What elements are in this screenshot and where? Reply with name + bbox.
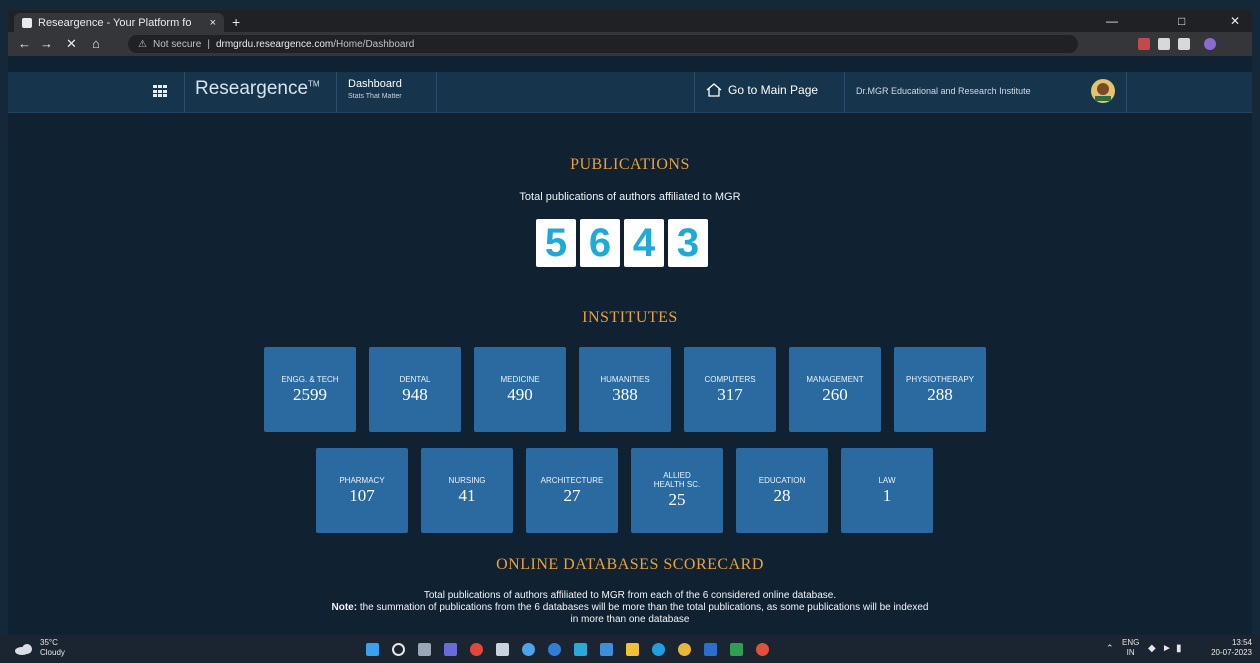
clock[interactable]: 13:54 20-07-2023 <box>1188 638 1252 658</box>
institute-card-architecture[interactable]: ARCHITECTURE 27 <box>526 448 618 533</box>
institute-card-dental[interactable]: DENTAL 948 <box>369 347 461 432</box>
stop-icon[interactable]: ✕ <box>66 36 77 52</box>
divider <box>694 72 695 112</box>
institute-card-medicine[interactable]: MEDICINE 490 <box>474 347 566 432</box>
publications-subtitle: Total publications of authors affiliated… <box>519 191 741 203</box>
counter-digit: 5 <box>536 219 576 267</box>
institute-logo-icon <box>1091 79 1115 103</box>
institute-card-nursing[interactable]: NURSING 41 <box>421 448 513 533</box>
language-indicator[interactable]: ENG IN <box>1122 638 1139 658</box>
profile-icon[interactable] <box>1204 38 1216 50</box>
counter-digit: 4 <box>624 219 664 267</box>
chat-icon[interactable] <box>444 643 457 656</box>
close-window-icon[interactable]: ✕ <box>1230 14 1240 28</box>
page-subtitle: Stats That Matter <box>348 93 402 100</box>
counter-digit: 3 <box>668 219 708 267</box>
divider <box>1126 72 1127 112</box>
institute-card-education[interactable]: EDUCATION 28 <box>736 448 828 533</box>
divider <box>184 72 185 112</box>
institute-card-physiotherapy[interactable]: PHYSIOTHERAPY 288 <box>894 347 986 432</box>
page-title: Dashboard <box>348 78 402 90</box>
mail-icon[interactable] <box>600 643 613 656</box>
os-taskbar: 35°C Cloudy ⌃ ENG IN ◆ ► ▮ 13:54 20-07-2… <box>0 635 1260 663</box>
favicon-icon <box>22 17 32 28</box>
wifi-icon[interactable]: ◆ <box>1148 643 1156 654</box>
address-bar: ← → ✕ ⌂ ⚠ Not secure | drmgrdu.researgen… <box>8 32 1252 56</box>
new-tab-button[interactable]: + <box>232 14 240 30</box>
extension-icon[interactable] <box>1138 38 1150 50</box>
home-icon[interactable]: ⌂ <box>92 36 100 51</box>
brand-logo[interactable]: ReseargenceTM <box>195 78 320 100</box>
institute-card-computers[interactable]: COMPUTERS 317 <box>684 347 776 432</box>
volume-icon[interactable]: ► <box>1162 643 1172 654</box>
folder-icon[interactable] <box>626 643 639 656</box>
battery-icon[interactable]: ▮ <box>1176 643 1182 654</box>
scorecard-title: ONLINE DATABASES SCORECARD <box>496 556 764 573</box>
go-to-main-page-button[interactable]: Go to Main Page <box>706 83 818 97</box>
scorecard-note: Note: the summation of publications from… <box>331 602 929 613</box>
app-icon[interactable] <box>756 643 769 656</box>
chevron-up-icon[interactable]: ⌃ <box>1106 643 1114 654</box>
institute-card-engg-tech[interactable]: ENGG. & TECH 2599 <box>264 347 356 432</box>
institute-name: Dr.MGR Educational and Research Institut… <box>856 86 1031 96</box>
store-icon[interactable] <box>574 643 587 656</box>
forward-icon[interactable]: → <box>40 36 53 51</box>
apps-grid-icon[interactable] <box>153 85 167 97</box>
institute-card-management[interactable]: MANAGEMENT 260 <box>789 347 881 432</box>
app-icon[interactable] <box>496 643 509 656</box>
skype-icon[interactable] <box>652 643 665 656</box>
warning-icon: ⚠ <box>138 38 147 50</box>
word-icon[interactable] <box>704 643 717 656</box>
publications-counter: 5 6 4 3 <box>536 219 708 267</box>
chrome-icon[interactable] <box>678 643 691 656</box>
security-label: Not secure <box>152 38 202 50</box>
browser-tab[interactable]: Researgence - Your Platform fo × <box>14 13 224 32</box>
scorecard-note-continued: in more than one database <box>570 614 690 625</box>
institute-card-pharmacy[interactable]: PHARMACY 107 <box>316 448 408 533</box>
divider <box>436 72 437 112</box>
search-icon[interactable] <box>392 643 405 656</box>
star-icon[interactable] <box>1158 38 1170 50</box>
sidebar-icon[interactable] <box>1178 38 1190 50</box>
browser-tab-strip: Researgence - Your Platform fo × + — □ ✕ <box>8 10 1252 32</box>
divider <box>336 72 337 112</box>
counter-digit: 6 <box>580 219 620 267</box>
task-view-icon[interactable] <box>418 643 431 656</box>
windows-start-icon[interactable] <box>366 643 379 656</box>
cloud-icon <box>15 644 32 655</box>
publications-title: PUBLICATIONS <box>570 156 690 173</box>
minimize-icon[interactable]: — <box>1106 14 1118 28</box>
back-icon[interactable]: ← <box>18 36 31 51</box>
maximize-icon[interactable]: □ <box>1178 14 1185 28</box>
browser-icon[interactable] <box>522 643 535 656</box>
tab-close-icon[interactable]: × <box>210 17 216 29</box>
house-icon <box>706 83 722 97</box>
excel-icon[interactable] <box>730 643 743 656</box>
weather-widget[interactable]: 35°C Cloudy <box>40 638 65 658</box>
tab-title: Researgence - Your Platform fo <box>38 16 192 29</box>
divider <box>844 72 845 112</box>
opera-icon[interactable] <box>470 643 483 656</box>
institute-card-allied-health[interactable]: ALLIED HEALTH SC. 25 <box>631 448 723 533</box>
url-host: drmgrdu.researgence.com <box>215 38 334 50</box>
scorecard-description: Total publications of authors affiliated… <box>423 590 837 601</box>
url-input[interactable]: ⚠ Not secure | drmgrdu.researgence.com/H… <box>128 35 1078 53</box>
institute-card-humanities[interactable]: HUMANITIES 388 <box>579 347 671 432</box>
site-header: ReseargenceTM Dashboard Stats That Matte… <box>8 72 1252 113</box>
url-path: /Home/Dashboard <box>333 38 415 50</box>
institutes-title: INSTITUTES <box>582 309 678 326</box>
institute-card-law[interactable]: LAW 1 <box>841 448 933 533</box>
edge-icon[interactable] <box>548 643 561 656</box>
